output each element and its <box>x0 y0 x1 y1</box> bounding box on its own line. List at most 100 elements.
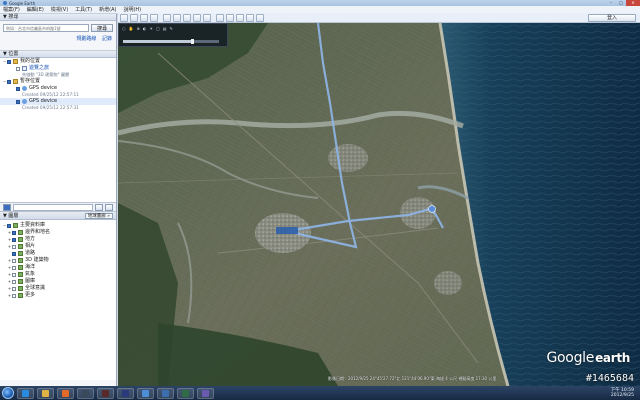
layer-item[interactable]: − 主要資料庫 <box>0 222 116 229</box>
toolbar-button[interactable] <box>183 13 191 22</box>
place-item[interactable]: − 我的位置 <box>0 58 116 65</box>
toolbar-button[interactable] <box>193 13 201 22</box>
layer-item[interactable]: + 全球意識 <box>0 285 116 292</box>
places-search-field[interactable] <box>13 203 93 211</box>
history-link[interactable]: 記錄 <box>102 36 112 42</box>
search-input[interactable] <box>3 24 89 32</box>
menu-view[interactable]: 檢視(V) <box>51 6 68 13</box>
satellite-imagery[interactable] <box>118 23 640 386</box>
taskbar-button[interactable] <box>17 387 34 399</box>
place-label: 暫存位置 <box>20 78 41 84</box>
gps-point-marker[interactable] <box>428 205 436 213</box>
layer-item[interactable]: + 圖庫 <box>0 278 116 285</box>
nav-tool-icon[interactable]: ✋ <box>129 26 134 31</box>
layer-item[interactable]: + 相片 <box>0 243 116 250</box>
place-item[interactable]: GPS device <box>0 98 116 105</box>
layer-icon <box>18 293 23 298</box>
places-panel-header[interactable]: ▼ 位置 <box>0 51 116 58</box>
menu-help[interactable]: 說明(H) <box>123 6 141 13</box>
layer-checkbox[interactable] <box>12 251 16 256</box>
layer-checkbox[interactable] <box>12 244 16 249</box>
taskbar-button[interactable] <box>57 387 74 399</box>
toolbar-button[interactable] <box>163 13 171 22</box>
taskbar-button[interactable] <box>117 387 134 399</box>
place-checkbox[interactable] <box>16 66 20 71</box>
menu-file[interactable]: 檔案(F) <box>3 6 20 13</box>
map-view[interactable]: ○ ✋ ⊕ ◐ ☀ ▢ ▤ ✎ 影像日期：2012/9/25 24°45'27.72"北 12… <box>118 23 640 386</box>
layer-checkbox[interactable] <box>12 230 16 235</box>
layer-checkbox[interactable] <box>12 272 16 277</box>
place-marker[interactable] <box>276 227 298 234</box>
layer-checkbox[interactable] <box>7 223 11 228</box>
place-checkbox[interactable] <box>7 79 11 84</box>
taskbar-button[interactable] <box>97 387 114 399</box>
nav-tool-icon[interactable]: ▤ <box>163 26 167 31</box>
toolbar-button[interactable] <box>130 13 138 22</box>
toolbar-button[interactable] <box>226 13 234 22</box>
toolbar-button[interactable] <box>203 13 211 22</box>
layer-icon <box>13 223 18 228</box>
layer-checkbox[interactable] <box>12 237 16 242</box>
start-button[interactable] <box>2 387 14 399</box>
toolbar-button[interactable] <box>120 13 128 22</box>
layer-checkbox[interactable] <box>12 286 16 291</box>
layer-item[interactable]: +3D 建築物 <box>0 257 116 264</box>
menu-tools[interactable]: 工具(T) <box>75 6 92 13</box>
layer-item[interactable]: + 氣象 <box>0 271 116 278</box>
toolbar-button[interactable] <box>256 13 264 22</box>
place-checkbox[interactable] <box>7 59 11 64</box>
nav-tool-icon[interactable]: ◐ <box>143 26 147 31</box>
place-label: GPS device <box>29 85 58 91</box>
taskbar-button[interactable] <box>157 387 174 399</box>
layer-checkbox[interactable] <box>12 279 16 284</box>
taskbar-button[interactable] <box>77 387 94 399</box>
search-button[interactable]: 搜尋 <box>91 24 113 32</box>
folder-icon <box>13 79 18 84</box>
layer-checkbox[interactable] <box>12 293 16 298</box>
nav-tool-icon[interactable]: ✎ <box>170 26 173 31</box>
taskbar-button[interactable] <box>177 387 194 399</box>
time-slider-fill <box>123 40 193 43</box>
app-icon <box>102 389 109 397</box>
menu-add[interactable]: 新增(A) <box>99 6 116 13</box>
toolbar-button[interactable] <box>150 13 158 22</box>
place-item[interactable]: − 暫存位置 <box>0 78 116 85</box>
place-item[interactable]: 遊覽之旅 <box>0 65 116 72</box>
search-panel-header[interactable]: ▼ 搜尋 <box>0 14 116 21</box>
menu-edit[interactable]: 編輯(E) <box>27 6 44 13</box>
nav-tool-icon[interactable]: ☀ <box>149 26 153 31</box>
login-button[interactable]: 登入 <box>588 14 636 22</box>
layer-label: 海洋 <box>25 264 36 270</box>
layer-item[interactable]: + 海洋 <box>0 264 116 271</box>
move-up-button[interactable] <box>95 203 103 211</box>
taskbar-button[interactable] <box>137 387 154 399</box>
taskbar-button[interactable] <box>197 387 214 399</box>
nav-tool-icon[interactable]: ○ <box>122 26 126 31</box>
nav-tool-icon[interactable]: ▢ <box>156 26 160 31</box>
place-checkbox[interactable] <box>16 99 20 104</box>
nav-tool-icon[interactable]: ⊕ <box>136 26 139 31</box>
earth-gallery-button[interactable]: 地球畫廊 » <box>84 213 113 219</box>
toolbar-button[interactable] <box>173 13 181 22</box>
layer-item[interactable]: + 更多 <box>0 292 116 299</box>
layer-item[interactable]: + 地方 <box>0 236 116 243</box>
place-item[interactable]: GPS device <box>0 85 116 92</box>
directions-link[interactable]: 規劃路線 <box>76 36 96 42</box>
time-slider[interactable] <box>123 39 219 44</box>
taskbar-button[interactable] <box>37 387 54 399</box>
toolbar-button[interactable] <box>246 13 254 22</box>
toolbar-button[interactable] <box>216 13 224 22</box>
system-clock[interactable]: 下午 10:59 2012/9/25 <box>611 388 640 398</box>
layers-panel-title[interactable]: ▼ 圖層 <box>3 213 18 219</box>
toolbar-button[interactable] <box>236 13 244 22</box>
layer-item[interactable]: + 邊界和地名 <box>0 229 116 236</box>
layer-item[interactable]: 道路 <box>0 250 116 257</box>
layer-checkbox[interactable] <box>12 265 16 270</box>
layer-checkbox[interactable] <box>12 258 16 263</box>
move-down-button[interactable] <box>105 203 113 211</box>
time-slider-knob[interactable] <box>191 39 195 44</box>
toolbar-button[interactable] <box>140 13 148 22</box>
earth-icon <box>142 389 149 397</box>
view-toggle-button[interactable] <box>3 203 11 211</box>
place-checkbox[interactable] <box>16 86 20 91</box>
